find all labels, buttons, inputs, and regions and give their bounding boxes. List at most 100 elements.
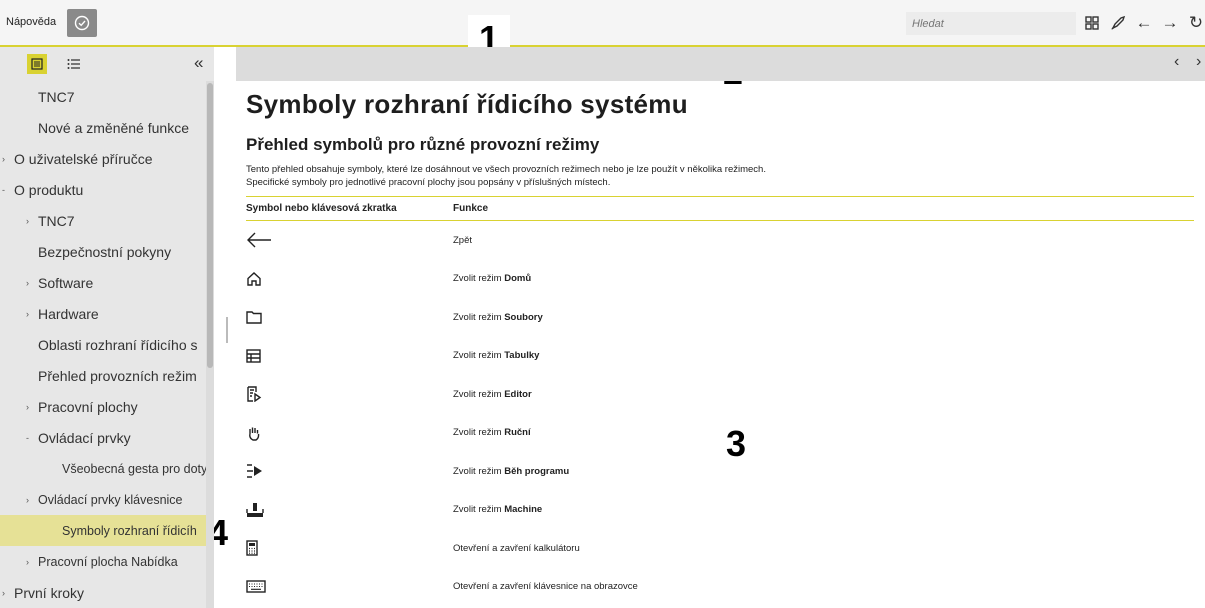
collapse-sidebar-button[interactable]: « (194, 53, 203, 73)
nav-item-label: TNC7 (38, 88, 75, 105)
mode-name: Soubory (504, 311, 543, 323)
collapsed-arrow-icon[interactable]: › (2, 154, 14, 164)
nav-item[interactable]: › Pracovní plochy (0, 391, 206, 422)
function-text: Zvolit režim (453, 465, 505, 477)
collapsed-arrow-icon[interactable]: › (26, 216, 38, 226)
folder-icon (246, 310, 453, 324)
table-row: Otevření a zavření klávesnice na obrazov… (246, 568, 1194, 607)
mode-name: Machine (504, 504, 543, 516)
page-title: Symboly rozhraní řídicího systému (246, 89, 688, 119)
expanded-arrow-icon[interactable]: - (26, 433, 38, 443)
nav-item[interactable]: - Ovládací prvky (0, 422, 206, 453)
function-text: Zvolit režim (453, 350, 505, 362)
mode-name: Běh programu (504, 465, 570, 477)
function-cell: Zvolit režim Ruční (453, 427, 531, 438)
scrollbar-thumb[interactable] (207, 83, 213, 368)
nav-item[interactable]: Nové a změněné funkce (0, 112, 206, 143)
collapsed-arrow-icon[interactable]: › (26, 495, 38, 505)
rocket-icon[interactable] (1110, 11, 1126, 35)
nav-item[interactable]: › O uživatelské příručce (0, 143, 206, 174)
nav-item[interactable]: -O produktu (0, 174, 206, 205)
collapsed-arrow-icon[interactable]: › (2, 588, 14, 598)
nav-item-label: Nové a změněné funkce (38, 119, 189, 136)
nav-item[interactable]: › Ovládací prvky klávesnice (0, 484, 206, 515)
list-view-button[interactable] (64, 54, 84, 74)
nav-item[interactable]: › Pracovní plocha Nabídka (0, 546, 206, 577)
calculator-icon (246, 540, 453, 556)
back-arrow-icon[interactable]: ← (1136, 11, 1153, 35)
function-cell: Zvolit režim Machine (453, 504, 542, 515)
description-line-2: Specifické symboly pro jednotlivé pracov… (246, 177, 611, 188)
expanded-arrow-icon[interactable]: - (2, 185, 14, 195)
table-icon (246, 349, 453, 363)
nav-tree: TNC7 Nové a změněné funkce › O uživatelské … (0, 81, 206, 608)
nav-item[interactable]: › Hardware (0, 298, 206, 329)
nav-item[interactable]: Bezpečnostní pokyny (0, 236, 206, 267)
back-arrow-icon (246, 232, 453, 248)
collapsed-arrow-icon[interactable]: › (26, 402, 38, 412)
table-row: Zvolit režim Machine (246, 491, 1194, 530)
splitter-handle[interactable] (226, 317, 228, 343)
program-run-icon (246, 464, 453, 478)
nav-item[interactable]: Všeobecná gesta pro doty (0, 453, 206, 484)
table-row: Zvolit režim Tabulky (246, 337, 1194, 376)
toc-view-button[interactable] (27, 54, 47, 74)
nav-item[interactable]: TNC7 (0, 81, 206, 112)
sidebar: « TNC7 Nové a změněné funkce › O uživatelsk… (0, 47, 214, 608)
table-row: Zvolit režim Domů (246, 260, 1194, 299)
description-line-1: Tento přehled obsahuje symboly, které lz… (246, 164, 766, 175)
forward-arrow-icon[interactable]: → (1162, 11, 1179, 35)
nav-item-label: Přehled provozních režim (38, 367, 197, 384)
function-cell: Zvolit režim Běh programu (453, 466, 569, 477)
content-toolbar: ‹ › (236, 47, 1205, 81)
section-title: Přehled symbolů pro různé provozní režim… (246, 135, 600, 154)
table-row: Zvolit režim Ruční (246, 414, 1194, 453)
function-text: Zvolit režim (453, 504, 505, 516)
nav-item[interactable]: › TNC7 (0, 205, 206, 236)
editor-icon (246, 386, 453, 403)
table-header: Symbol nebo klávesová zkratka Funkce (246, 197, 1194, 221)
nav-item-label: Symboly rozhraní řídicíh (62, 523, 197, 538)
collapsed-arrow-icon[interactable]: › (26, 278, 38, 288)
function-text: Zvolit režim (453, 273, 505, 285)
list-icon (67, 59, 80, 69)
next-page-button[interactable]: › (1196, 53, 1201, 71)
grid-icon[interactable] (1084, 11, 1100, 35)
search-input[interactable] (906, 12, 1076, 35)
nav-item[interactable]: › Software (0, 267, 206, 298)
refresh-icon[interactable]: ↻ (1188, 11, 1204, 35)
function-cell: Otevření a zavření kalkulátoru (453, 543, 580, 554)
nav-item[interactable]: Symboly rozhraní řídicíh (0, 515, 206, 546)
function-cell: Zpět (453, 235, 472, 246)
nav-item-label: Ovládací prvky klávesnice (38, 492, 183, 507)
nav-item-label: Všeobecná gesta pro doty (62, 461, 206, 476)
nav-item-label: Oblasti rozhraní řídicího s (38, 336, 198, 353)
nav-item-label: TNC7 (38, 212, 75, 229)
home-icon (246, 271, 453, 287)
hand-icon (246, 425, 453, 441)
table-row: Zvolit režim Editor (246, 375, 1194, 414)
prev-page-button[interactable]: ‹ (1174, 53, 1179, 71)
sidebar-scrollbar[interactable] (206, 81, 214, 608)
function-cell: Zvolit režim Soubory (453, 312, 543, 323)
keyboard-icon (246, 580, 453, 593)
function-cell: Zvolit režim Tabulky (453, 350, 539, 361)
machine-icon (246, 502, 453, 518)
check-button[interactable] (67, 9, 97, 37)
table-row: Zvolit režim Běh programu (246, 452, 1194, 491)
function-text: Zpět (453, 234, 473, 246)
function-cell: Otevření a zavření klávesnice na obrazov… (453, 581, 638, 592)
nav-item[interactable]: › První kroky (0, 577, 206, 608)
sidebar-toolbar: « (0, 47, 214, 81)
nav-item-label: Bezpečnostní pokyny (38, 243, 172, 260)
collapsed-arrow-icon[interactable]: › (26, 309, 38, 319)
nav-item[interactable]: Oblasti rozhraní řídicího s (0, 329, 206, 360)
mode-name: Editor (504, 388, 532, 400)
symbol-table: Symbol nebo klávesová zkratka Funkce Zpě… (246, 196, 1194, 606)
nav-item-label: Hardware (38, 305, 99, 322)
function-cell: Zvolit režim Editor (453, 389, 532, 400)
function-text: Otevření a zavření klávesnice na obrazov… (453, 581, 638, 593)
column-header-symbol: Symbol nebo klávesová zkratka (246, 203, 397, 214)
collapsed-arrow-icon[interactable]: › (26, 557, 38, 567)
nav-item[interactable]: Přehled provozních režim (0, 360, 206, 391)
